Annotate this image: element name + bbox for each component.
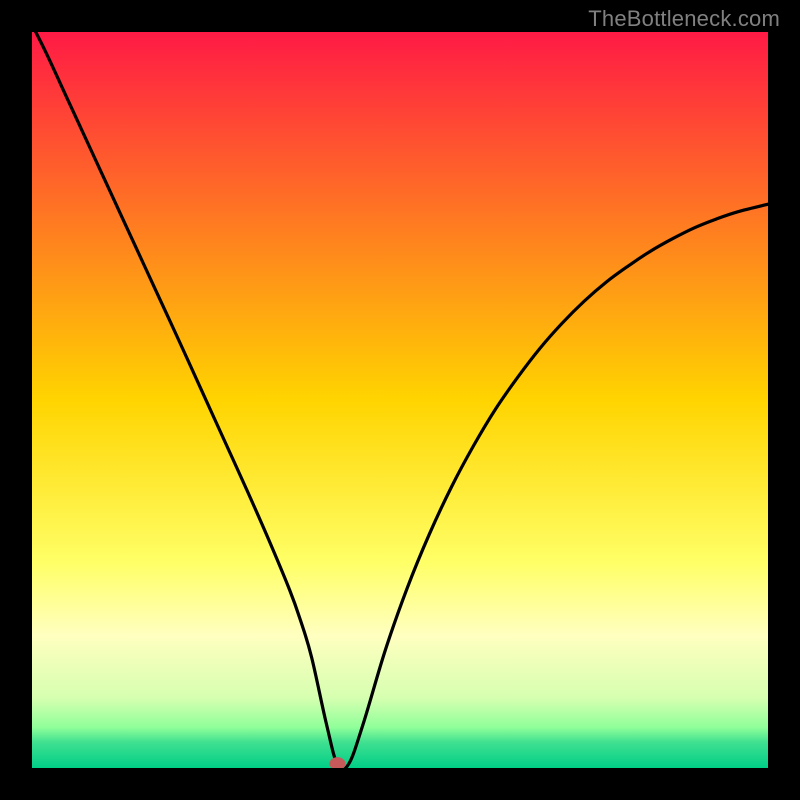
attribution-label: TheBottleneck.com [588, 6, 780, 32]
chart-background [32, 32, 768, 768]
bottleneck-chart [32, 32, 768, 768]
chart-frame: TheBottleneck.com [0, 0, 800, 800]
